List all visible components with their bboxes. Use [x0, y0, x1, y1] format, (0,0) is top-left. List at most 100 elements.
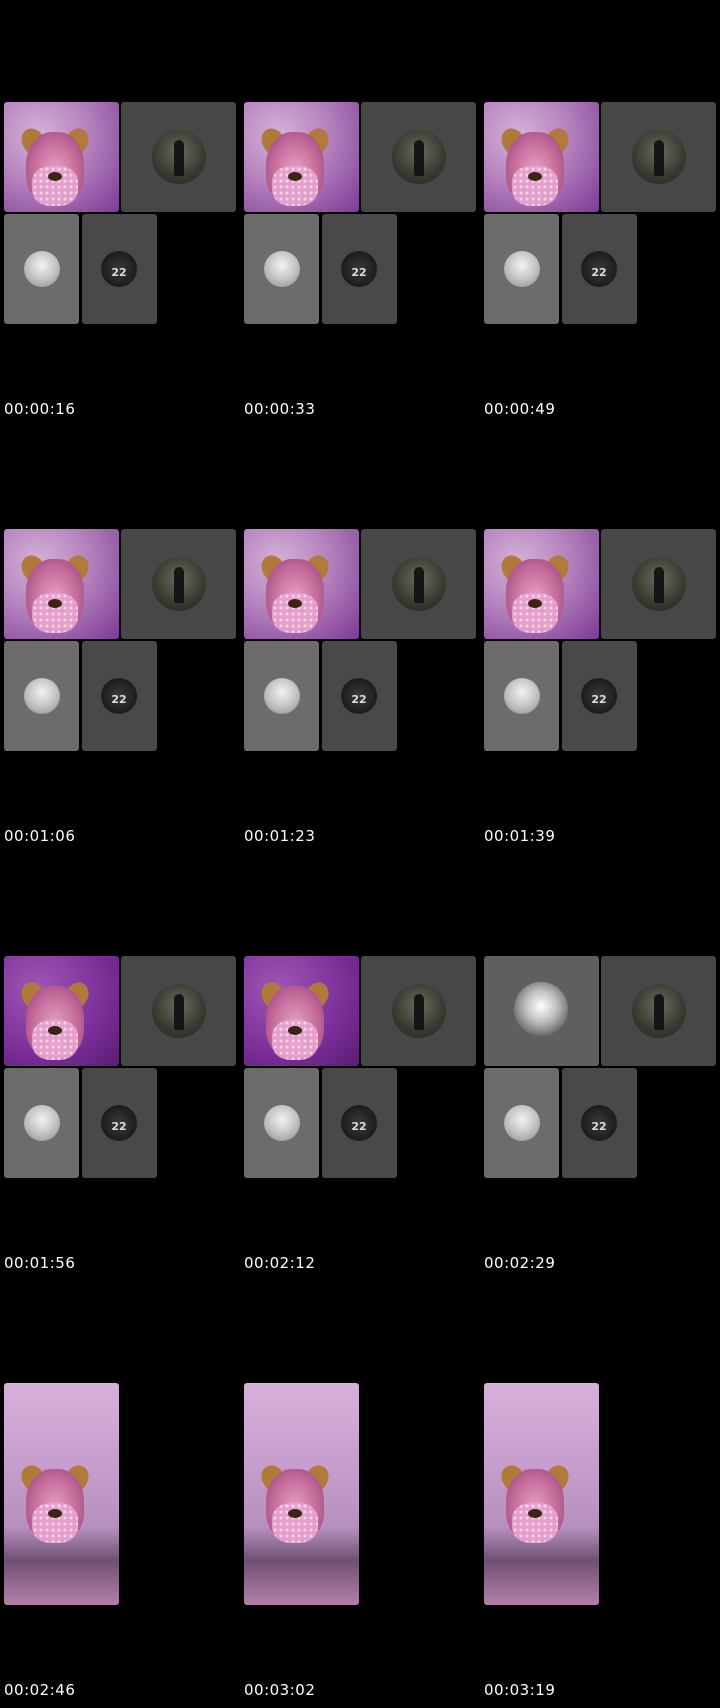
- thumbnail-cell[interactable]: 22 00:00:49: [480, 0, 716, 427]
- main-video-tile: [244, 529, 359, 639]
- main-video-tile: [244, 102, 359, 212]
- call-grid-frame: 22: [484, 529, 716, 751]
- timestamp-label: 00:00:49: [484, 400, 556, 418]
- main-video-tile: [4, 102, 119, 212]
- main-video-tile: [484, 102, 599, 212]
- call-grid-frame: 22: [484, 956, 716, 1178]
- participant-tile: [601, 956, 716, 1066]
- timestamp-label: 00:03:02: [244, 1681, 316, 1699]
- avatar: 22: [581, 251, 617, 287]
- fullscreen-video-frame: [4, 1383, 119, 1605]
- call-grid-frame: 22: [244, 529, 476, 751]
- timestamp-label: 00:01:06: [4, 827, 76, 845]
- participant-tile: 22: [562, 641, 637, 751]
- avatar: [152, 557, 206, 611]
- main-video-tile: [484, 956, 599, 1066]
- timestamp-label: 00:03:19: [484, 1681, 556, 1699]
- dog-nose-icon: [528, 599, 542, 608]
- jersey-number: 22: [591, 266, 607, 279]
- participant-tile: [4, 1068, 79, 1178]
- participant-tile: [4, 641, 79, 751]
- timestamp-label: 00:01:39: [484, 827, 556, 845]
- call-grid-frame: 22: [4, 529, 236, 751]
- call-grid-frame: 22: [484, 102, 716, 324]
- thumbnail-cell[interactable]: 22 00:00:33: [240, 0, 476, 427]
- timestamp-label: 00:01:23: [244, 827, 316, 845]
- avatar: [632, 130, 686, 184]
- dog-nose-icon: [288, 172, 302, 181]
- participant-tile: [244, 641, 319, 751]
- thumbnail-cell[interactable]: 22 00:01:23: [240, 427, 476, 854]
- jersey-number: 22: [351, 1120, 367, 1133]
- avatar: [632, 557, 686, 611]
- jersey-number: 22: [111, 1120, 127, 1133]
- avatar: [504, 678, 540, 714]
- dog-nose-icon: [288, 1509, 302, 1518]
- dog-nose-icon: [48, 599, 62, 608]
- avatar: [152, 984, 206, 1038]
- dog-nose-icon: [48, 172, 62, 181]
- thumbnail-cell[interactable]: 22 00:02:29: [480, 854, 716, 1281]
- participant-tile: [601, 102, 716, 212]
- timestamp-label: 00:01:56: [4, 1254, 76, 1272]
- jersey-number: 22: [111, 693, 127, 706]
- fullscreen-video-frame: [484, 1383, 599, 1605]
- participant-tile: [361, 956, 476, 1066]
- thumbnail-cell[interactable]: 22 00:01:56: [0, 854, 236, 1281]
- participant-tile: [121, 529, 236, 639]
- dog-nose-icon: [528, 172, 542, 181]
- avatar: [392, 557, 446, 611]
- thumbnail-cell[interactable]: 22 00:01:39: [480, 427, 716, 854]
- avatar: [24, 1105, 60, 1141]
- participant-tile: [121, 956, 236, 1066]
- dog-nose-icon: [288, 599, 302, 608]
- avatar: 22: [341, 1105, 377, 1141]
- thumbnail-cell[interactable]: 22 00:02:12: [240, 854, 476, 1281]
- timestamp-label: 00:00:16: [4, 400, 76, 418]
- jersey-number: 22: [111, 266, 127, 279]
- avatar: 22: [341, 678, 377, 714]
- participant-tile: [484, 1068, 559, 1178]
- participant-tile: [484, 641, 559, 751]
- avatar: 22: [581, 1105, 617, 1141]
- avatar: 22: [581, 678, 617, 714]
- avatar: [392, 984, 446, 1038]
- dog-nose-icon: [48, 1026, 62, 1035]
- avatar: 22: [101, 678, 137, 714]
- avatar: 22: [341, 251, 377, 287]
- avatar: [264, 251, 300, 287]
- call-grid-frame: 22: [4, 956, 236, 1178]
- timestamp-label: 00:02:29: [484, 1254, 556, 1272]
- thumbnail-cell[interactable]: 00:03:02: [240, 1281, 476, 1708]
- participant-tile: 22: [82, 641, 157, 751]
- participant-tile: [244, 1068, 319, 1178]
- fullscreen-video-frame: [244, 1383, 359, 1605]
- timestamp-label: 00:00:33: [244, 400, 316, 418]
- call-grid-frame: 22: [4, 102, 236, 324]
- timestamp-label: 00:02:12: [244, 1254, 316, 1272]
- avatar: [392, 130, 446, 184]
- thumbnail-cell[interactable]: 22 00:00:16: [0, 0, 236, 427]
- avatar: [152, 130, 206, 184]
- participant-tile: 22: [322, 214, 397, 324]
- jersey-number: 22: [591, 1120, 607, 1133]
- thumbnail-cell[interactable]: 00:02:46: [0, 1281, 236, 1708]
- participant-tile: 22: [562, 214, 637, 324]
- jersey-number: 22: [591, 693, 607, 706]
- avatar: [24, 251, 60, 287]
- participant-tile: [601, 529, 716, 639]
- thumbnail-cell[interactable]: 22 00:01:06: [0, 427, 236, 854]
- dog-nose-icon: [48, 1509, 62, 1518]
- main-video-tile: [4, 529, 119, 639]
- avatar: [504, 1105, 540, 1141]
- avatar: [264, 1105, 300, 1141]
- participant-tile: [361, 102, 476, 212]
- participant-tile: [4, 214, 79, 324]
- participant-tile: 22: [562, 1068, 637, 1178]
- participant-tile: 22: [82, 214, 157, 324]
- main-video-tile: [4, 956, 119, 1066]
- main-video-tile: [484, 529, 599, 639]
- dog-nose-icon: [528, 1509, 542, 1518]
- avatar: [24, 678, 60, 714]
- thumbnail-cell[interactable]: 00:03:19: [480, 1281, 716, 1708]
